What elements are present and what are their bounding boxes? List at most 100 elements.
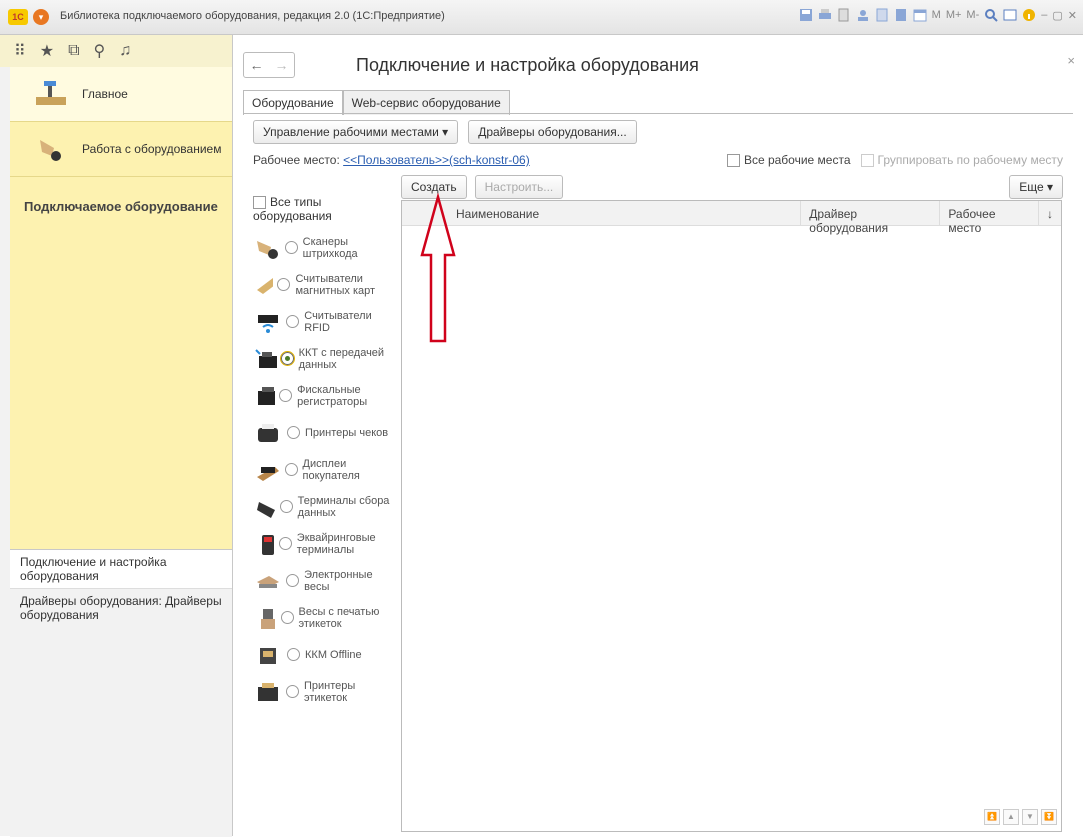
equipment-type-item[interactable]: Считыватели RFID: [253, 303, 398, 340]
workplace-label: Рабочее место:: [253, 153, 340, 167]
column-driver[interactable]: Драйвер оборудования: [801, 201, 941, 235]
tab-divider: [243, 113, 1073, 114]
group-by-workplace-checkbox[interactable]: Группировать по рабочему месту: [860, 153, 1063, 168]
scroll-top-icon[interactable]: ⏫: [984, 809, 1000, 825]
sidebar-toolbar: ⠿ ★ ⧉ ⚲ ♫: [0, 35, 232, 67]
equipment-type-radio[interactable]: [286, 574, 300, 588]
sidebar-link-drivers[interactable]: Драйверы оборудования: Драйверы оборудов…: [10, 589, 232, 627]
scroll-up-icon[interactable]: ▲: [1003, 809, 1019, 825]
sidebar-links: Подключение и настройка оборудования Дра…: [10, 549, 232, 837]
favorites-star-icon[interactable]: ★: [40, 41, 54, 61]
main-panel: ← → Подключение и настройка оборудования…: [233, 35, 1083, 836]
chevron-down-icon: ▾: [442, 125, 449, 139]
equipment-types-list: Все типы оборудования Сканеры штрихкода С…: [253, 195, 398, 710]
equipment-type-radio[interactable]: [278, 537, 292, 551]
sidebar-item-main[interactable]: Главное: [10, 67, 232, 122]
table-scroll-controls: ⏫ ▲ ▼ ⏬: [984, 809, 1057, 825]
equipment-type-radio[interactable]: [286, 315, 300, 329]
calculator-icon[interactable]: [894, 8, 908, 22]
equipment-type-item[interactable]: Электронные весы: [253, 562, 398, 599]
back-arrow-icon[interactable]: ←: [244, 53, 269, 77]
all-types-checkbox[interactable]: Все типы оборудования: [253, 195, 398, 223]
equipment-type-radio[interactable]: [279, 500, 293, 514]
equipment-type-radio[interactable]: [280, 611, 294, 625]
preview-icon[interactable]: [837, 8, 851, 22]
memory-m-plus-button[interactable]: M+: [946, 9, 962, 21]
equipment-type-radio[interactable]: [279, 389, 293, 403]
tab-equipment[interactable]: Оборудование: [243, 90, 343, 115]
equipment-type-radio[interactable]: [285, 685, 299, 699]
bell-icon[interactable]: ♫: [119, 42, 131, 60]
equipment-table: Наименование Драйвер оборудования Рабоче…: [401, 200, 1062, 832]
nav-buttons: ← →: [243, 52, 295, 78]
column-workplace[interactable]: Рабочее место: [940, 201, 1039, 235]
column-name[interactable]: Наименование: [402, 201, 802, 225]
users-icon[interactable]: [856, 8, 870, 22]
save-icon[interactable]: [799, 8, 813, 22]
equipment-type-label: ККТ с передачей данных: [298, 346, 385, 371]
minimize-button[interactable]: –: [1041, 9, 1047, 21]
label-printer-icon: [258, 682, 278, 701]
sort-arrow-icon[interactable]: ↓: [1039, 201, 1061, 225]
search-icon[interactable]: ⚲: [94, 41, 106, 61]
scroll-bottom-icon[interactable]: ⏬: [1041, 809, 1057, 825]
close-window-button[interactable]: ✕: [1068, 9, 1077, 22]
equipment-type-item[interactable]: Считыватели магнитных карт: [253, 266, 398, 303]
equipment-type-label: Принтеры чеков: [305, 426, 389, 439]
info-icon[interactable]: [1022, 8, 1036, 22]
scroll-down-icon[interactable]: ▼: [1022, 809, 1038, 825]
checkbox-box: [253, 196, 266, 210]
equipment-type-radio[interactable]: [284, 463, 298, 477]
equipment-type-label: Фискальные регистраторы: [297, 383, 368, 408]
workplace-link[interactable]: <<Пользователь>>(sch-konstr-06): [343, 153, 530, 167]
manage-workplaces-button[interactable]: Управление рабочими местами ▾: [253, 120, 459, 144]
sidebar-link-connection-settings[interactable]: Подключение и настройка оборудования: [10, 550, 232, 589]
equipment-type-label: Весы с печатью этикеток: [298, 605, 380, 630]
more-label: Еще: [1019, 180, 1044, 194]
panels-icon[interactable]: [1003, 8, 1017, 22]
tab-web-service[interactable]: Web-сервис оборудование: [342, 90, 510, 115]
all-workplaces-checkbox[interactable]: Все рабочие места: [726, 153, 851, 168]
equipment-type-radio[interactable]: [277, 278, 291, 292]
calendar-icon[interactable]: [913, 8, 927, 22]
equipment-type-radio[interactable]: [279, 351, 295, 367]
equipment-type-item[interactable]: Эквайринговые терминалы: [253, 525, 398, 562]
forward-arrow-icon[interactable]: →: [269, 53, 294, 77]
equipment-type-label: Принтеры этикеток: [303, 679, 356, 704]
equipment-type-radio[interactable]: [287, 648, 300, 662]
equipment-type-item[interactable]: Терминалы сбора данных: [253, 488, 398, 525]
equipment-type-item[interactable]: Принтеры чеков: [253, 414, 398, 451]
checkbox-box: [860, 154, 874, 168]
equipment-type-label: Терминалы сбора данных: [297, 494, 390, 519]
document-icon[interactable]: [875, 8, 889, 22]
arrow-shape: [420, 193, 456, 343]
configure-button[interactable]: Настроить...: [474, 175, 564, 199]
equipment-type-item[interactable]: Весы с печатью этикеток: [253, 599, 398, 636]
equipment-type-item[interactable]: Принтеры этикеток: [253, 673, 398, 710]
annotation-arrow: [420, 193, 456, 343]
equipment-type-item[interactable]: Сканеры штрихкода: [253, 229, 398, 266]
equipment-type-radio[interactable]: [287, 426, 300, 440]
apps-grid-icon[interactable]: ⠿: [14, 41, 26, 61]
manage-workplaces-label: Управление рабочими местами: [263, 125, 439, 139]
zoom-icon[interactable]: [984, 8, 998, 22]
equipment-type-item[interactable]: ККТ с передачей данных: [253, 340, 398, 377]
barcode-scanner-icon: [40, 140, 61, 161]
close-icon[interactable]: ×: [1067, 53, 1075, 68]
drivers-button[interactable]: Драйверы оборудования...: [468, 120, 637, 144]
equipment-type-item[interactable]: ККМ Offline: [253, 636, 398, 673]
memory-m-minus-button[interactable]: M-: [966, 9, 979, 21]
history-icon[interactable]: ⧉: [68, 42, 79, 60]
memory-m-button[interactable]: M: [932, 9, 941, 21]
workplace-row: Рабочее место: <<Пользователь>>(sch-kons…: [253, 153, 530, 167]
sidebar-item-work-with-equipment[interactable]: Работа с оборудованием: [10, 122, 232, 177]
restore-button[interactable]: ▢: [1052, 9, 1062, 22]
equipment-type-item[interactable]: Фискальные регистраторы: [253, 377, 398, 414]
print-icon[interactable]: [818, 8, 832, 22]
equipment-type-radio[interactable]: [284, 241, 298, 255]
more-button[interactable]: Еще ▾: [1009, 175, 1063, 199]
equipment-type-label: Считыватели магнитных карт: [295, 272, 376, 297]
equipment-type-item[interactable]: Дисплеи покупателя: [253, 451, 398, 488]
all-workplaces-label: Все рабочие места: [743, 153, 851, 167]
main-menu-button[interactable]: ▾: [33, 9, 49, 25]
